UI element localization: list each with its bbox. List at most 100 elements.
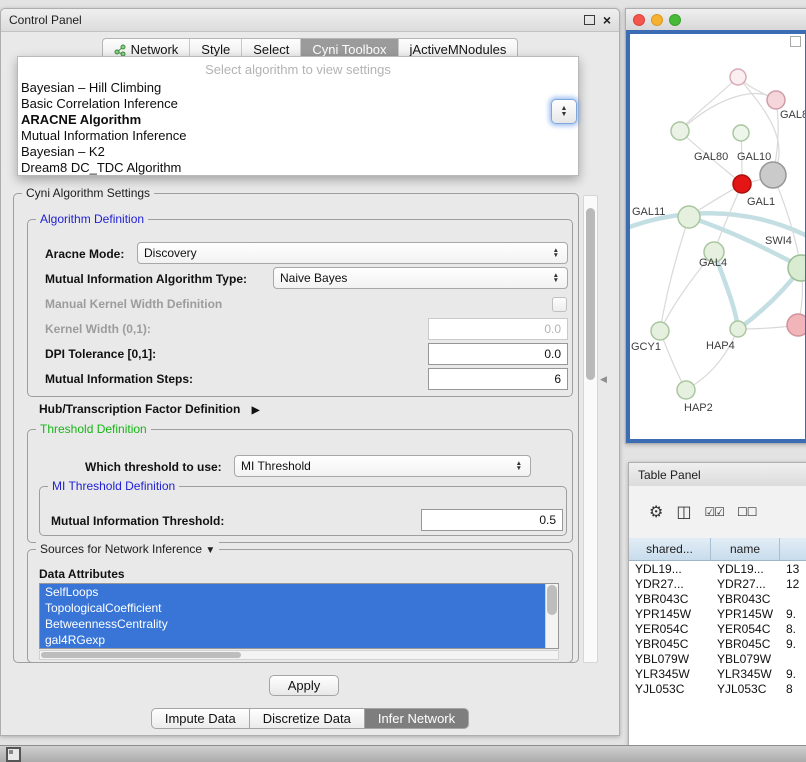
mi-threshold-label: Mutual Information Threshold: [51,514,224,528]
network-node-label: HAP2 [684,402,713,414]
sources-group-title[interactable]: Sources for Network Inference ▼ [36,542,219,556]
table-row[interactable]: YBR045C YBR045C 9. [629,636,806,651]
list-item[interactable]: TopologicalCoefficient [40,600,558,616]
network-tab-icon [114,44,126,56]
float-window-icon[interactable] [584,15,595,25]
dpi-tolerance-field[interactable]: 0.0 [428,343,568,365]
network-node[interactable] [767,91,785,109]
status-strip [0,745,806,762]
table-row[interactable]: YER054C YER054C 8. [629,621,806,636]
aracne-mode-combobox[interactable]: Discovery ▲▼ [137,242,568,264]
dropdown-item[interactable]: Mutual Information Inference [18,128,578,144]
restore-panel-icon[interactable] [6,747,21,762]
network-node-label: GAL10 [737,151,771,163]
infer-network-tab[interactable]: Infer Network [365,708,469,729]
apply-button[interactable]: Apply [269,675,339,696]
table-cell: 8. [780,622,806,636]
minimize-traffic-light[interactable] [651,14,663,26]
threshold-definition-title: Threshold Definition [36,422,151,436]
network-node[interactable] [671,122,689,140]
panel-collapse-arrow[interactable]: ◀ [600,374,607,385]
settings-vertical-scrollbar[interactable] [583,195,598,663]
which-threshold-value: MI Threshold [241,459,311,473]
algorithm-combobox-arrows[interactable]: ▲ ▼ [551,99,577,124]
table-panel-titlebar: Table Panel [629,463,806,487]
table-row[interactable]: YLR345W YLR345W 9. [629,666,806,681]
mi-threshold-field[interactable]: 0.5 [421,509,563,531]
list-horizontal-scrollbar[interactable] [39,650,559,660]
network-edge [680,94,776,131]
network-node[interactable] [678,206,700,228]
impute-data-tab[interactable]: Impute Data [151,708,250,729]
column-header[interactable]: name [711,538,780,560]
table-row[interactable]: YBL079W YBL079W [629,651,806,666]
column-header[interactable] [780,538,806,560]
mi-type-combobox[interactable]: Naive Bayes ▲▼ [273,267,568,289]
algorithm-definition-title: Algorithm Definition [36,212,148,226]
hub-definition-expander[interactable]: Hub/Transcription Factor Definition ▶ [39,402,259,416]
scrollbar-thumb[interactable] [547,585,557,615]
network-node[interactable] [760,162,786,188]
network-canvas[interactable]: GAL8GAL80GAL10GAL1GAL11SWI4GAL4GCY1HAP4H… [626,30,806,443]
table-cell: YBR043C [711,592,780,606]
network-node[interactable] [733,175,751,193]
gear-icon[interactable]: ⚙ [649,504,663,520]
table-cell: YBR043C [629,592,711,606]
mi-type-label: Mutual Information Algorithm Type: [45,272,247,286]
network-node[interactable] [730,69,746,85]
scrollbar-thumb[interactable] [41,652,241,658]
deselect-all-icon[interactable]: ☐☐ [737,504,757,520]
list-item[interactable]: gal4RGexp [40,632,558,648]
close-icon[interactable]: × [603,14,611,26]
select-all-icon[interactable]: ☑☑ [704,504,724,520]
network-view-window: GAL8GAL80GAL10GAL1GAL11SWI4GAL4GCY1HAP4H… [625,8,806,444]
network-node[interactable] [730,321,746,337]
network-node[interactable] [733,125,749,141]
kernel-width-field[interactable]: 0.0 [428,318,568,340]
table-row[interactable]: YPR145W YPR145W 9. [629,606,806,621]
zoom-traffic-light[interactable] [669,14,681,26]
network-node-label: GCY1 [631,341,661,353]
discretize-data-tab[interactable]: Discretize Data [250,708,365,729]
network-node-label: GAL80 [694,151,728,163]
table-row[interactable]: YDL19... YDL19... 13 [629,561,806,576]
close-traffic-light[interactable] [633,14,645,26]
which-threshold-combobox[interactable]: MI Threshold ▲▼ [234,455,531,477]
list-item[interactable]: BetweennessCentrality [40,616,558,632]
table-cell: 9. [780,667,806,681]
canvas-scroll-corner [790,36,801,47]
table-cell: YER054C [711,622,780,636]
dropdown-item[interactable]: Basic Correlation Inference [18,96,578,112]
table-cell: 12 [780,577,806,591]
network-node-label: GAL8 [780,109,806,121]
table-toolbar: ⚙ ◫ ☑☑ ☐☐ [629,486,806,539]
dropdown-item[interactable]: Bayesian – K2 [18,144,578,160]
manual-kernel-checkbox[interactable] [552,297,567,312]
network-node[interactable] [788,255,806,281]
columns-icon[interactable]: ◫ [676,504,691,520]
scrollbar-thumb[interactable] [586,208,595,380]
mi-steps-field[interactable]: 6 [428,368,568,390]
dropdown-item-selected[interactable]: ARACNE Algorithm [18,112,578,128]
network-graph[interactable]: GAL8GAL80GAL10GAL1GAL11SWI4GAL4GCY1HAP4H… [630,34,806,441]
aracne-mode-value: Discovery [144,246,197,260]
dropdown-item[interactable]: Dream8 DC_TDC Algorithm [18,160,578,176]
tab-style-label: Style [201,42,230,57]
table-row[interactable]: YDR27... YDR27... 12 [629,576,806,591]
dropdown-item[interactable]: Bayesian – Hill Climbing [18,80,578,96]
network-edge [714,184,742,252]
list-vertical-scrollbar[interactable] [545,584,558,648]
dpi-tolerance-label: DPI Tolerance [0,1]: [45,347,156,361]
table-panel-title: Table Panel [638,468,701,482]
cyni-settings-group-title: Cyni Algorithm Settings [22,186,154,200]
list-item[interactable]: SelfLoops [40,584,558,600]
dropdown-placeholder: Select algorithm to view settings [18,60,578,80]
network-node[interactable] [651,322,669,340]
network-node[interactable] [677,381,695,399]
column-header[interactable]: shared... [629,538,711,560]
table-cell: YLR345W [711,667,780,681]
algorithm-dropdown-popup: Select algorithm to view settings Bayesi… [17,56,579,176]
network-node[interactable] [787,314,806,336]
table-row[interactable]: YJL053C YJL053C 8 [629,681,806,696]
table-row[interactable]: YBR043C YBR043C [629,591,806,606]
